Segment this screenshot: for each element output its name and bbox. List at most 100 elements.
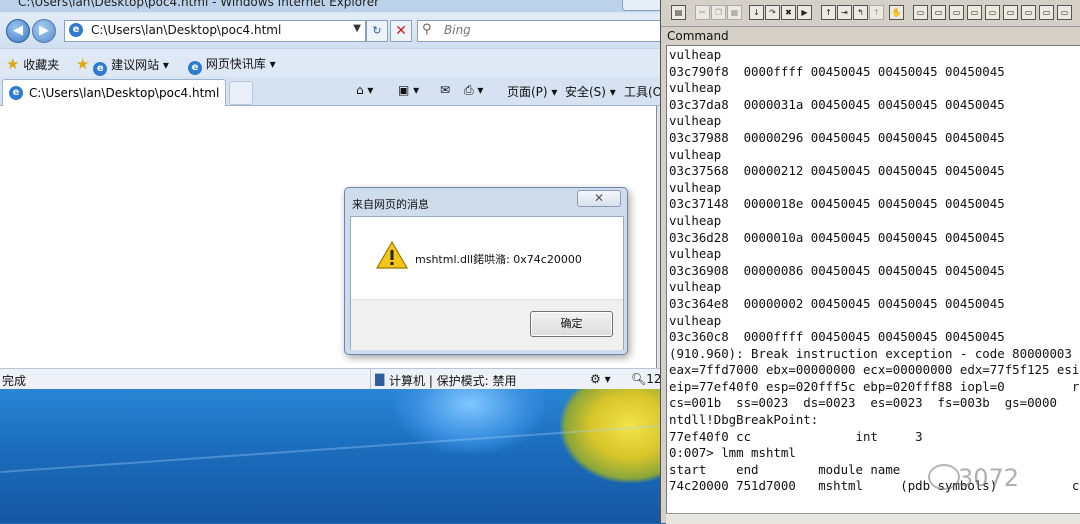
output-line: 03c37988 00000296 00450045 00450045 0045… [669,129,1005,145]
output-line: 03c37568 00000212 00450045 00450045 0045… [669,163,1005,179]
run-to-cursor-icon[interactable]: ⇥ [837,5,852,20]
memory-window-icon[interactable]: ▭ [985,5,1000,20]
status-bar: 完成 ▇ 计算机 | 保护模式: 禁用 ⚙ ▾ 🔍︎12 [0,368,662,389]
search-box[interactable]: ⚲ Bing [417,20,662,42]
registers-window-icon[interactable]: ▭ [967,5,982,20]
output-line: 77ef40f0 cc int 3 [669,428,923,444]
command-pane-title: Command [667,29,729,43]
output-line: (910.960): Break instruction exception -… [669,345,1072,361]
open-icon[interactable]: ▤ [671,5,686,20]
paste-icon[interactable]: ▦ [727,5,742,20]
source-mode-icon[interactable]: ↰ [853,5,868,20]
disabled-tool-icon[interactable]: ↑ [869,5,884,20]
stop-button[interactable]: ✕ [390,20,412,42]
dialog-body: mshtml.dll鍩哄潃: 0x74c20000 确定 [350,216,624,350]
command-pane-header: Command [661,28,1080,44]
ie-page-icon: e [69,23,83,37]
watch-window-icon[interactable]: ▭ [931,5,946,20]
go-icon[interactable]: ▶ [797,5,812,20]
command-window-icon[interactable]: ▭ [913,5,928,20]
hand-icon[interactable]: ✋ [889,5,904,20]
output-line: 03c360c8 0000ffff 00450045 00450045 0045… [669,329,1005,345]
ie-titlebar: C:\Users\lan\Desktop\poc4.html - Windows… [0,0,660,12]
callstack-window-icon[interactable]: ▭ [1003,5,1018,20]
cut-icon[interactable]: ✂ [695,5,710,20]
favorites-label: 收藏夹 [23,58,60,72]
tab-row: e C:\Users\lan\Desktop\poc4.html [0,77,660,106]
command-output[interactable]: vulheap 03c790f8 0000ffff 00450045 004500… [666,45,1080,515]
wechat-watermark-icon [928,464,960,490]
output-line: vulheap [669,246,722,262]
star-icon: ★ [6,55,20,73]
safety-menu[interactable]: 安全(S) ▾ [565,83,616,100]
ok-button[interactable]: 确定 [530,311,613,337]
computer-icon: ▇ [375,372,385,386]
feeds-button[interactable]: ▣ ▾ [398,83,419,97]
mail-button[interactable]: ✉ [440,83,450,97]
address-bar[interactable]: e C:\Users\lan\Desktop\poc4.html ▼ [64,20,366,42]
address-dropdown-icon[interactable]: ▼ [353,23,361,34]
web-slice-gallery-label: 网页快讯库 ▾ [205,57,276,71]
output-line: vulheap [669,80,722,96]
address-row: ◀ ▶ e C:\Users\lan\Desktop\poc4.html ▼ ↻… [0,14,662,48]
tab-poc4[interactable]: e C:\Users\lan\Desktop\poc4.html [2,79,226,106]
locals-window-icon[interactable]: ▭ [949,5,964,20]
output-line: 03c364e8 00000002 00450045 00450045 0045… [669,295,1005,311]
desktop-wallpaper [0,388,660,523]
add-favorite-icon: ★ [76,55,90,73]
home-button[interactable]: ⌂ ▾ [356,83,373,97]
output-line: 03c790f8 0000ffff 00450045 00450045 0045… [669,63,1005,79]
copy-icon[interactable]: ❐ [711,5,726,20]
dialog-title: 来自网页的消息 [352,198,429,211]
step-over-icon[interactable]: ↷ [765,5,780,20]
step-out-icon[interactable]: ↑ [821,5,836,20]
search-icon: ⚲ [422,22,432,37]
status-text: 完成 [2,374,27,388]
forward-button[interactable]: ▶ [32,19,56,43]
output-line: vulheap [669,279,722,295]
maximize-button[interactable] [622,0,660,11]
horizontal-scrollbar[interactable] [666,513,1080,524]
back-button[interactable]: ◀ [6,19,30,43]
zone-settings-icon[interactable]: ⚙ ▾ [590,372,611,386]
web-slice-gallery-link[interactable]: e 网页快讯库 ▾ [188,55,276,75]
watermark-text: 3072 [958,464,1020,492]
dialog-close-button[interactable]: ✕ [577,190,621,207]
processes-window-icon[interactable]: ▭ [1057,5,1072,20]
output-line: eax=7ffd7000 ebx=00000000 ecx=00000000 e… [669,362,1080,378]
favorites-button[interactable]: ★ 收藏夹 [6,55,59,73]
step-into-icon[interactable]: ↓ [749,5,764,20]
wallpaper-leaf [560,388,660,483]
output-lines: vulheap 03c790f8 0000ffff 00450045 004500… [669,47,1079,495]
refresh-button[interactable]: ↻ [366,20,388,42]
zoom-control[interactable]: 🔍︎12 [631,372,662,386]
tab-title: C:\Users\lan\Desktop\poc4.html [29,86,220,100]
new-tab-button[interactable] [229,81,253,105]
suggested-sites-link[interactable]: ★ e 建议网站 ▾ [76,55,169,76]
alert-dialog: 来自网页的消息 ✕ mshtml.dll鍩哄潃: 0x74c20000 确定 [344,187,628,355]
favorites-bar: ★ 收藏夹 ★ e 建议网站 ▾ e 网页快讯库 ▾ [0,48,660,77]
ie-page-icon: e [188,61,202,75]
warning-icon [376,241,408,269]
output-line: cs=001b ss=0023 ds=0023 es=0023 fs=003b … [669,395,1057,411]
ie-page-icon: e [93,62,108,76]
dialog-message: mshtml.dll鍩哄潃: 0x74c20000 [415,253,582,266]
output-line: 03c37148 0000018e 00450045 00450045 0045… [669,196,1005,212]
output-line: 03c36d28 0000010a 00450045 00450045 0045… [669,229,1005,245]
dialog-footer: 确定 [351,299,623,350]
print-button[interactable]: ⎙ ▾ [464,83,483,98]
output-line: vulheap [669,179,722,195]
output-line: 03c37da8 0000031a 00450045 00450045 0045… [669,96,1005,112]
output-line: ntdll!DbgBreakPoint: [669,412,819,428]
page-menu[interactable]: 页面(P) ▾ [507,83,557,100]
windbg-toolbar: ▤ ✂ ❐ ▦ ↓ ↷ ✖ ▶ ↑ ⇥ ↰ ↑ ✋ ▭ ▭ ▭ ▭ ▭ ▭ ▭ … [661,0,1080,27]
output-line: vulheap [669,47,722,62]
disassembly-window-icon[interactable]: ▭ [1021,5,1036,20]
scratch-pad-icon[interactable]: ▭ [1039,5,1054,20]
output-line: eip=77ef40f0 esp=020fff5c ebp=020fff88 i… [669,378,1080,394]
zone-text: 计算机 | 保护模式: 禁用 [389,374,517,388]
window-title: C:\Users\lan\Desktop\poc4.html - Windows… [18,0,380,9]
output-line: vulheap [669,212,722,228]
break-icon[interactable]: ✖ [781,5,796,20]
output-line: 0:007> lmm mshtml [669,445,796,461]
